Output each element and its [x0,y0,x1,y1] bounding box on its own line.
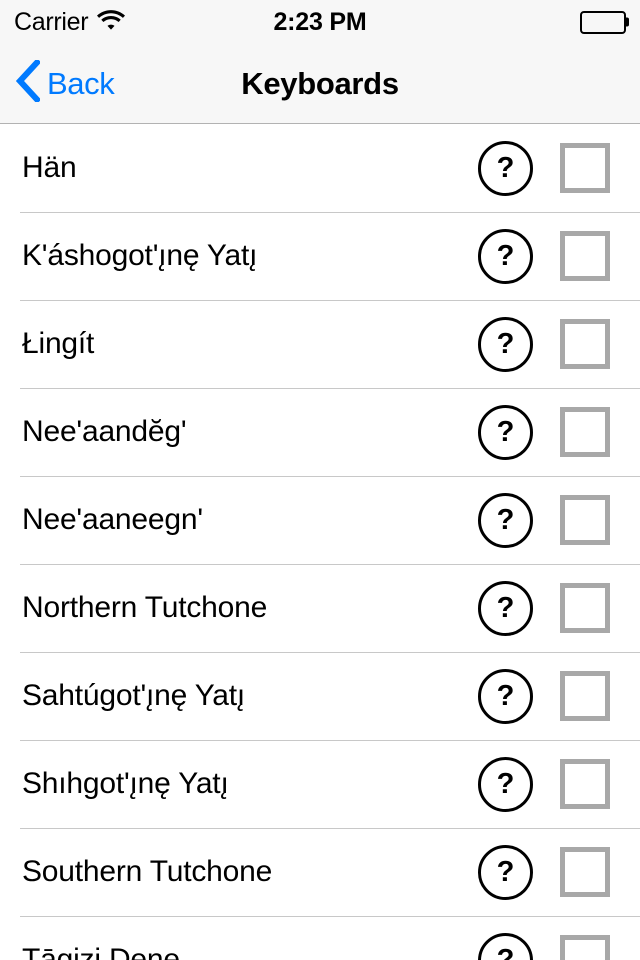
language-name-label: Tāgizi Dene [22,943,180,960]
language-checkbox[interactable] [560,671,610,721]
language-checkbox[interactable] [560,583,610,633]
back-button-label: Back [47,65,115,101]
row-controls: ? [478,844,640,900]
help-question-icon[interactable]: ? [478,756,533,812]
row-controls: ? [478,228,640,284]
help-question-icon[interactable]: ? [478,404,533,460]
language-name-label: Nee'aandĕg' [22,415,187,448]
help-question-icon[interactable]: ? [478,316,533,372]
table-row[interactable]: Northern Tutchone? [0,564,640,652]
row-controls: ? [478,756,640,812]
keyboards-screen: Carrier 2:23 PM Back Keyboards Hän ? K'á… [0,0,640,960]
language-name-label: Shıhgot'ı̨nę Yatı̨ [22,767,229,800]
row-controls: ? [478,492,640,548]
help-question-icon[interactable]: ? [478,932,533,960]
language-name-label: Sahtúgot'ı̨nę Yatı̨ [22,679,246,712]
table-row[interactable]: Shıhgot'ı̨nę Yatı̨? [0,740,640,828]
table-row[interactable]: Nee'aandĕg'? [0,388,640,476]
status-bar: Carrier 2:23 PM [0,0,640,44]
language-name-label: Łingít [22,327,95,360]
table-row[interactable]: Southern Tutchone? [0,828,640,916]
battery-full-icon [580,10,629,34]
language-checkbox[interactable] [560,231,610,281]
language-checkbox[interactable] [560,495,610,545]
carrier-label: Carrier [14,7,89,36]
table-row[interactable]: Tāgizi Dene? [0,916,640,960]
help-question-icon[interactable]: ? [478,844,533,900]
table-row[interactable]: Sahtúgot'ı̨nę Yatı̨? [0,652,640,740]
help-question-icon[interactable]: ? [478,580,533,636]
row-controls: ? [478,316,640,372]
table-row[interactable]: Hän? [0,124,640,212]
language-checkbox[interactable] [560,847,610,897]
help-question-icon[interactable]: ? [478,140,533,196]
language-name-label: Nee'aaneegn' [22,503,203,536]
row-controls: ? [478,932,640,960]
help-question-icon[interactable]: ? [478,228,533,284]
table-row[interactable]: K'áshogot'ı̨nę Yatı̨? [0,212,640,300]
wifi-icon [97,9,126,35]
chevron-left-icon [15,58,42,107]
row-controls: ? [478,580,640,636]
help-question-icon[interactable]: ? [478,492,533,548]
row-controls: ? [478,668,640,724]
table-row[interactable]: Łingít? [0,300,640,388]
table-row[interactable]: Nee'aaneegn'? [0,476,640,564]
language-checkbox[interactable] [560,759,610,809]
language-checkbox[interactable] [560,143,610,193]
battery-nub [625,17,629,27]
navigation-bar: Back Keyboards [0,44,640,124]
language-name-label: Southern Tutchone [22,855,273,888]
row-controls: ? [478,404,640,460]
language-name-label: K'áshogot'ı̨nę Yatı̨ [22,239,258,272]
language-name-label: Northern Tutchone [22,591,268,624]
keyboard-language-list: Hän? K'áshogot'ı̨nę Yatı̨? Łingít? Nee'aand… [0,124,640,960]
language-checkbox[interactable] [560,319,610,369]
language-checkbox[interactable] [560,407,610,457]
language-checkbox[interactable] [560,935,610,960]
back-button[interactable]: Back [0,58,115,107]
status-bar-right [580,10,629,34]
row-controls: ? [478,140,640,196]
status-bar-left: Carrier [14,7,126,37]
help-question-icon[interactable]: ? [478,668,533,724]
language-name-label: Hän [22,151,77,184]
